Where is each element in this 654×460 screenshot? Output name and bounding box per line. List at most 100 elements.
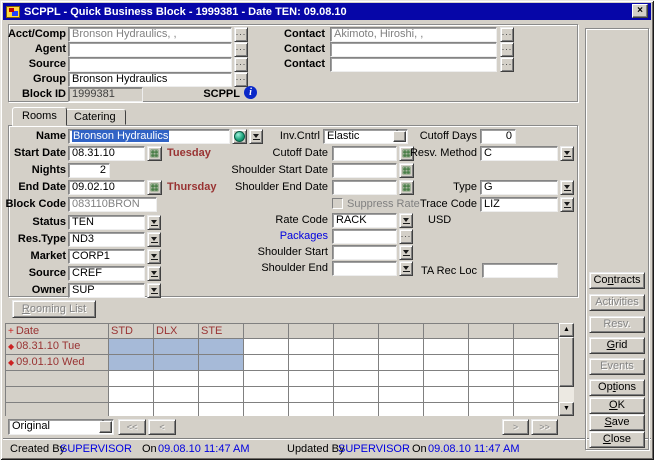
combo-arrow-icon[interactable] — [99, 421, 112, 433]
close-button[interactable]: Close — [589, 431, 645, 448]
ok-button[interactable]: OK — [589, 397, 645, 414]
view-select-combo[interactable]: Original — [8, 419, 114, 435]
grid-cell[interactable] — [289, 403, 334, 416]
grid-cell[interactable] — [154, 387, 199, 403]
tab-rooms[interactable]: Rooms — [12, 107, 67, 126]
cutoff-days-field[interactable]: 0 — [480, 129, 516, 144]
grid-cell[interactable] — [514, 403, 559, 416]
info-icon[interactable]: i — [244, 86, 257, 99]
grid-cell[interactable] — [154, 339, 199, 355]
name-field[interactable]: Bronson Hydraulics — [68, 129, 230, 144]
grid-cell[interactable] — [199, 371, 244, 387]
shoulder-start-date-field[interactable] — [332, 163, 397, 178]
resv-method-field[interactable]: C — [480, 146, 558, 161]
grid-cell[interactable] — [334, 403, 379, 416]
cutoff-date-field[interactable] — [332, 146, 397, 161]
packages-lookup-button[interactable]: ... — [399, 229, 413, 244]
source2-dropdown-button[interactable] — [147, 266, 161, 281]
resv-method-dropdown-button[interactable] — [560, 146, 574, 161]
source-field[interactable] — [68, 57, 232, 72]
grid-cell[interactable] — [289, 387, 334, 403]
grid-row-3[interactable] — [6, 371, 559, 387]
grid-cell[interactable] — [289, 371, 334, 387]
grid-cell[interactable] — [379, 339, 424, 355]
grid-cell[interactable] — [514, 371, 559, 387]
market-field[interactable]: CORP1 — [68, 249, 145, 264]
group-lookup-button[interactable]: ... — [234, 72, 248, 87]
agent-lookup-button[interactable]: ... — [234, 42, 248, 57]
source-lookup-button[interactable]: ... — [234, 57, 248, 72]
grid-cell[interactable] — [379, 387, 424, 403]
nights-field[interactable]: 2 — [68, 163, 110, 178]
grid-cell[interactable] — [244, 403, 289, 416]
end-date-calendar-button[interactable]: ▦ — [147, 180, 162, 195]
grid-row-2[interactable]: ◆09.01.10 Wed — [6, 355, 559, 371]
grid-row-5[interactable] — [6, 403, 559, 416]
contact2-lookup-button[interactable]: ... — [500, 42, 514, 57]
grid-cell[interactable] — [379, 403, 424, 416]
grid-cell[interactable] — [109, 339, 154, 355]
grid-cell[interactable] — [244, 339, 289, 355]
grid-cell[interactable] — [334, 339, 379, 355]
rate-code-dropdown-button[interactable] — [399, 213, 413, 228]
tab-catering[interactable]: Catering — [64, 109, 126, 125]
scroll-down-icon[interactable]: ▼ — [559, 402, 574, 416]
shoulder-end-date-field[interactable] — [332, 180, 397, 195]
close-icon[interactable]: × — [632, 4, 648, 18]
acct-comp-lookup-button[interactable]: ... — [234, 27, 248, 42]
contact2-field[interactable] — [330, 42, 497, 57]
inv-cntrl-combo[interactable]: Elastic — [323, 129, 408, 144]
grid-cell[interactable] — [109, 403, 154, 416]
grid-cell[interactable] — [244, 387, 289, 403]
contact1-field[interactable]: Akimoto, Hiroshi, , — [330, 27, 497, 42]
plus-icon[interactable]: + — [8, 326, 14, 337]
ta-rec-loc-field[interactable] — [482, 263, 558, 278]
grid-cell[interactable] — [199, 355, 244, 371]
grid-cell[interactable] — [469, 387, 514, 403]
type-dropdown-button[interactable] — [560, 180, 574, 195]
grid-cell[interactable] — [199, 387, 244, 403]
grid-cell[interactable] — [379, 355, 424, 371]
grid-cell[interactable] — [109, 355, 154, 371]
grid-cell[interactable] — [154, 403, 199, 416]
packages-link[interactable]: Packages — [188, 230, 328, 243]
grid-cell[interactable] — [154, 371, 199, 387]
status-field[interactable]: TEN — [68, 215, 145, 230]
market-dropdown-button[interactable] — [147, 249, 161, 264]
grid-cell[interactable] — [154, 355, 199, 371]
grid-cell[interactable] — [424, 339, 469, 355]
grid-cell[interactable] — [514, 387, 559, 403]
grid-cell[interactable] — [424, 387, 469, 403]
grid-cell[interactable] — [469, 371, 514, 387]
grid-cell[interactable] — [199, 403, 244, 416]
acct-comp-field[interactable]: Bronson Hydraulics, , — [68, 27, 232, 42]
scroll-up-icon[interactable]: ▲ — [559, 323, 574, 337]
grid-cell[interactable] — [244, 355, 289, 371]
grid-cell[interactable] — [469, 403, 514, 416]
grid-cell[interactable] — [289, 339, 334, 355]
grid-row-4[interactable] — [6, 387, 559, 403]
scrollbar-thumb[interactable] — [559, 337, 574, 387]
grid-cell[interactable] — [289, 355, 334, 371]
grid-cell[interactable] — [424, 355, 469, 371]
grid-cell[interactable] — [514, 339, 559, 355]
trace-code-field[interactable]: LIZ — [480, 197, 558, 212]
grid-cell[interactable] — [109, 371, 154, 387]
end-date-field[interactable]: 09.02.10 — [68, 180, 145, 195]
grid-cell[interactable] — [334, 371, 379, 387]
grid-cell[interactable] — [469, 355, 514, 371]
status-dropdown-button[interactable] — [147, 215, 161, 230]
res-type-dropdown-button[interactable] — [147, 232, 161, 247]
shoulder-end-field[interactable] — [332, 261, 397, 276]
source2-field[interactable]: CREF — [68, 266, 145, 281]
start-date-field[interactable]: 08.31.10 — [68, 146, 145, 161]
grid-cell[interactable] — [469, 339, 514, 355]
contact3-lookup-button[interactable]: ... — [500, 57, 514, 72]
grid-scrollbar[interactable]: ▲ ▼ — [559, 323, 574, 416]
res-type-field[interactable]: ND3 — [68, 232, 145, 247]
grid-cell[interactable] — [244, 371, 289, 387]
grid-cell[interactable] — [109, 387, 154, 403]
owner-dropdown-button[interactable] — [147, 283, 161, 298]
owner-field[interactable]: SUP — [68, 283, 145, 298]
contracts-button[interactable]: Contracts — [589, 272, 645, 289]
